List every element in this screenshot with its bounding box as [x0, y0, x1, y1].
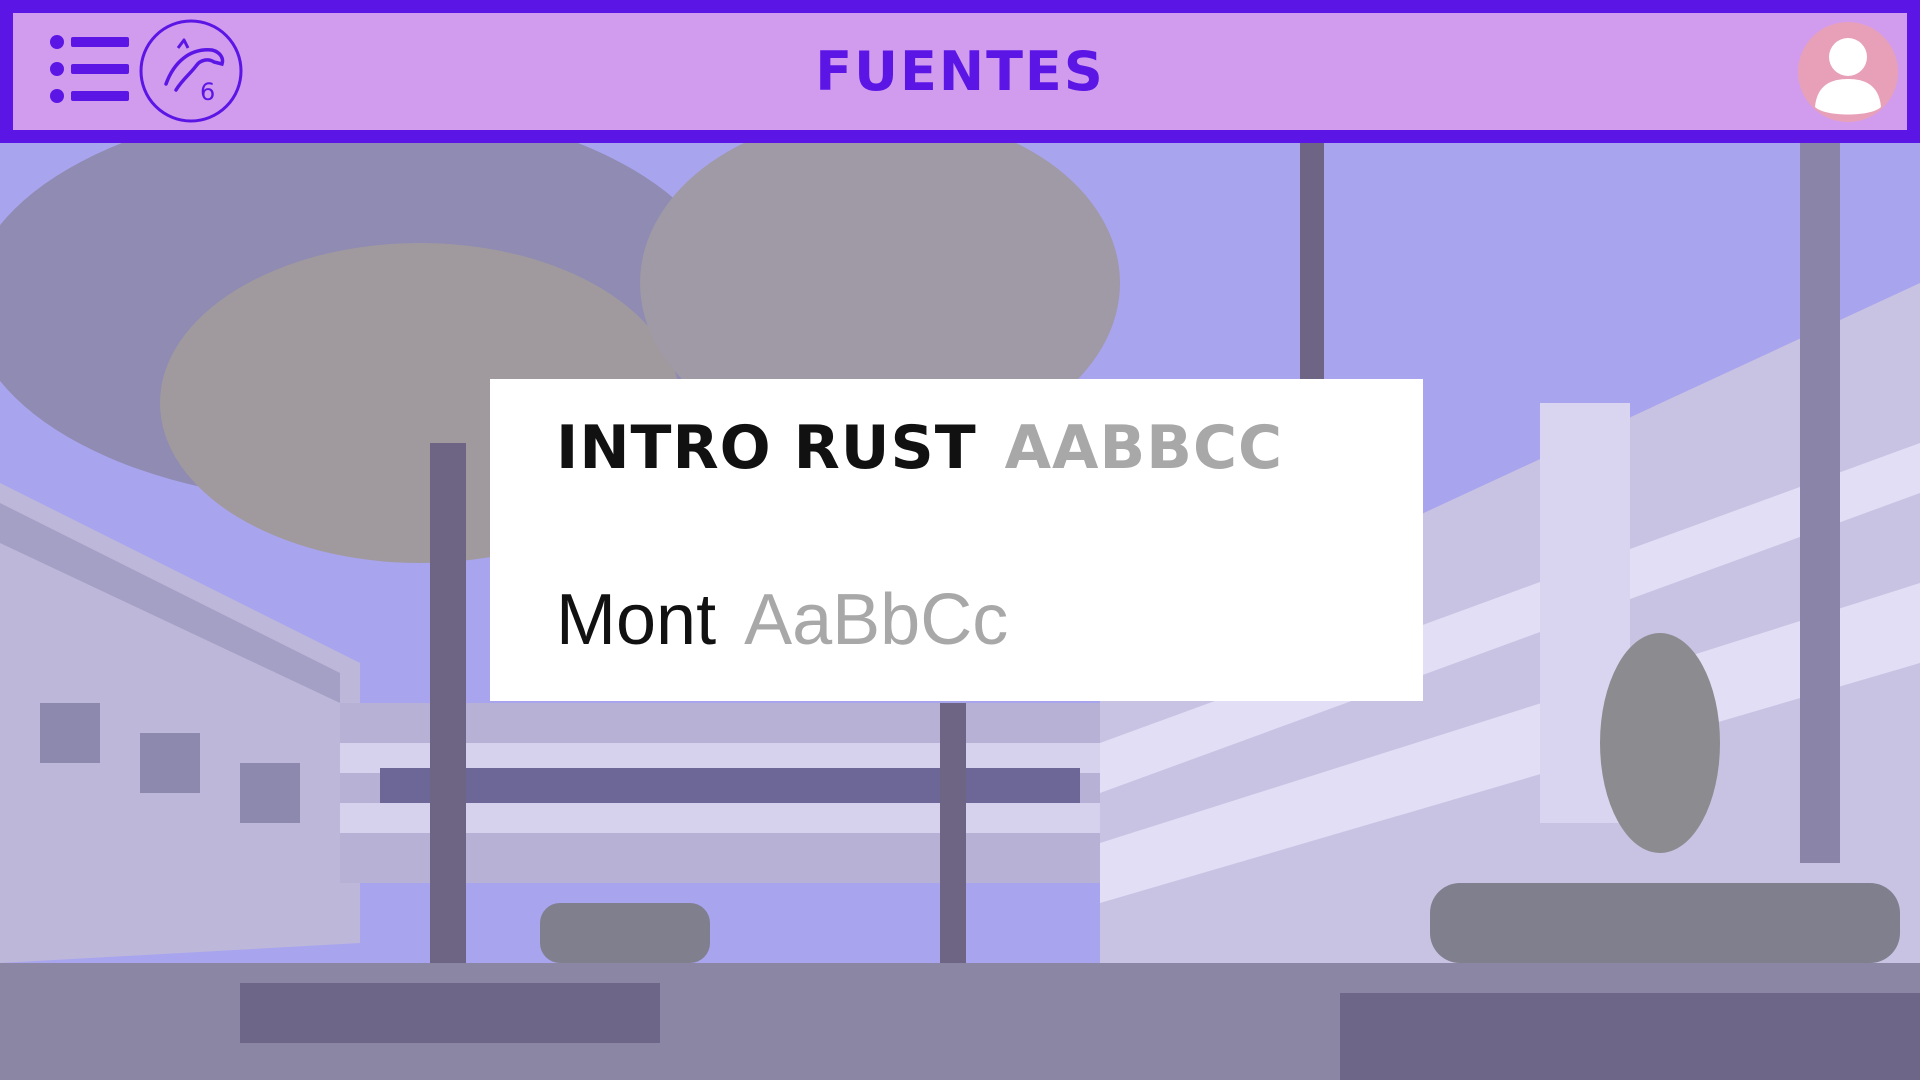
font-name: Mont [556, 580, 717, 660]
font-row-display: INTRO RUST AABBCC [556, 413, 1283, 483]
profile-button[interactable] [1795, 19, 1901, 125]
font-name: INTRO RUST [556, 413, 977, 483]
font-row-body: Mont AaBbCc [556, 579, 1008, 661]
font-specimen-card: INTRO RUST AABBCC Mont AaBbCc [490, 379, 1423, 701]
top-header: 6 FUENTES [0, 0, 1920, 143]
user-avatar-icon [1798, 22, 1898, 122]
font-sample: AABBCC [1004, 413, 1284, 483]
page-title: FUENTES [815, 40, 1105, 103]
font-sample: AaBbCc [744, 580, 1009, 660]
